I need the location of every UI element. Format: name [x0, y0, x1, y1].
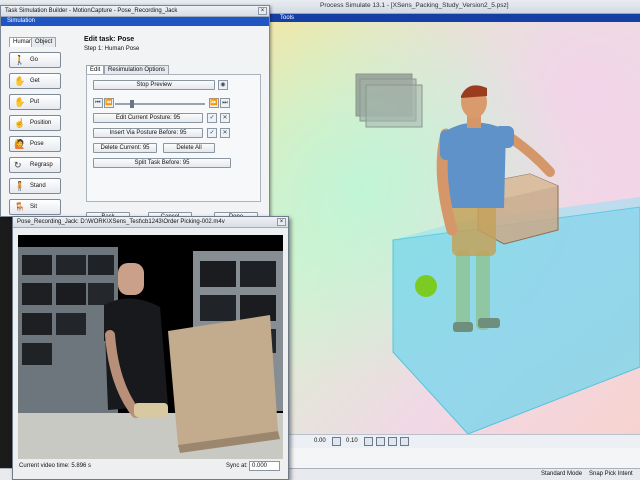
split-task-button[interactable]: Split Task Before: 95: [93, 158, 231, 168]
get-button[interactable]: ✋ Get: [9, 73, 61, 89]
go-button[interactable]: 🚶 Go: [9, 52, 61, 68]
edit-step-label: Step 1: Human Pose: [84, 46, 140, 52]
close-icon[interactable]: ×: [258, 7, 267, 15]
sit-label: Sit: [30, 204, 38, 210]
tsb-menubar: Simulation: [1, 17, 269, 26]
sit-icon: 🪑: [14, 202, 26, 212]
task-simulation-builder-window: Task Simulation Builder - MotionCapture …: [0, 5, 270, 222]
time-start-value: 0.00: [314, 438, 326, 444]
check-icon[interactable]: ✓: [207, 113, 217, 123]
delete-all-button[interactable]: Delete All: [163, 143, 215, 153]
status-pick-intent: Snap Pick Intent: [589, 471, 633, 477]
3d-viewport[interactable]: [268, 22, 640, 434]
app-title: Process Simulate 13.1 - [XSens_Packing_S…: [320, 2, 509, 9]
cancel-x-icon[interactable]: ✕: [220, 128, 230, 138]
put-icon: ✋: [14, 97, 26, 107]
put-label: Put: [30, 99, 40, 105]
video-frame-image: [18, 235, 283, 459]
video-time-label: Current video time: 5.896 s: [19, 463, 92, 469]
pose-label: Pose: [30, 141, 44, 147]
step-forward-icon[interactable]: ⏩: [209, 98, 219, 108]
ghost-box-stack: [355, 73, 423, 128]
status-mode: Standard Mode: [541, 471, 583, 477]
tab-object[interactable]: Object: [31, 37, 57, 47]
tools-menu[interactable]: Tools: [280, 14, 294, 22]
edit-current-posture-button[interactable]: Edit Current Posture: 95: [93, 113, 203, 123]
tsb-title: Task Simulation Builder - MotionCapture …: [5, 8, 178, 14]
regrasp-label: Regrasp: [30, 162, 53, 168]
get-icon: ✋: [14, 76, 26, 86]
video-frame[interactable]: [18, 235, 283, 459]
time-step-value: 0.10: [346, 438, 358, 444]
clock-icon[interactable]: [376, 437, 385, 446]
walk-icon: 🚶: [14, 55, 26, 65]
rewind-icon[interactable]: ⏮: [93, 98, 103, 108]
eye-icon[interactable]: ◉: [218, 80, 228, 90]
viewport-footer: [268, 448, 640, 468]
play-icon[interactable]: [364, 437, 373, 446]
position-icon: ☝: [14, 118, 26, 128]
posture-slider[interactable]: [115, 100, 205, 108]
fast-forward-icon[interactable]: ⏭: [220, 98, 230, 108]
put-button[interactable]: ✋ Put: [9, 94, 61, 110]
stand-label: Stand: [30, 183, 46, 189]
delete-current-button[interactable]: Delete Current: 95: [93, 143, 157, 153]
camera-icon[interactable]: [400, 437, 409, 446]
stop-preview-button[interactable]: Stop Preview: [93, 80, 215, 90]
slider-thumb[interactable]: [130, 100, 134, 108]
position-button[interactable]: ☝ Position: [9, 115, 61, 131]
step-icon[interactable]: [332, 437, 341, 446]
regrasp-icon: ↻: [14, 160, 22, 170]
insert-via-posture-button[interactable]: Insert Via Posture Before: 95: [93, 128, 203, 138]
sync-input[interactable]: 0.000: [249, 461, 280, 471]
viewport-toolbar: 0.00 0.10: [268, 434, 640, 448]
edit-panel: Stop Preview ◉ ⏮ ⏪ ⏩ ⏭ Edit Current Post…: [86, 74, 261, 202]
simulation-menu[interactable]: Simulation: [7, 18, 35, 24]
stand-button[interactable]: 🧍 Stand: [9, 178, 61, 194]
cancel-x-icon[interactable]: ✕: [220, 113, 230, 123]
pose-button[interactable]: 🙋 Pose: [9, 136, 61, 152]
regrasp-button[interactable]: ↻ Regrasp: [9, 157, 61, 173]
step-back-icon[interactable]: ⏪: [104, 98, 114, 108]
pose-icon: 🙋: [14, 139, 26, 149]
sit-button[interactable]: 🪑 Sit: [9, 199, 61, 215]
video-title: Pose_Recording_Jack: D:\WORK\XSens_Test\…: [17, 219, 225, 225]
edit-task-heading: Edit task: Pose: [84, 36, 135, 43]
scene-render: [355, 73, 640, 434]
edit-task-pane: Edit task: Pose Step 1: Human Pose Edit …: [84, 36, 264, 222]
settings-icon[interactable]: [388, 437, 397, 446]
video-titlebar[interactable]: Pose_Recording_Jack: D:\WORK\XSens_Test\…: [13, 217, 288, 228]
stand-icon: 🧍: [14, 181, 26, 191]
position-label: Position: [30, 120, 52, 126]
go-label: Go: [30, 57, 39, 63]
green-position-marker: [415, 275, 437, 297]
close-icon[interactable]: ×: [277, 218, 286, 226]
check-icon[interactable]: ✓: [207, 128, 217, 138]
get-label: Get: [30, 78, 40, 84]
sync-label: Sync at:: [226, 463, 248, 469]
tsb-titlebar[interactable]: Task Simulation Builder - MotionCapture …: [1, 6, 269, 17]
video-window: Pose_Recording_Jack: D:\WORK\XSens_Test\…: [12, 216, 289, 480]
